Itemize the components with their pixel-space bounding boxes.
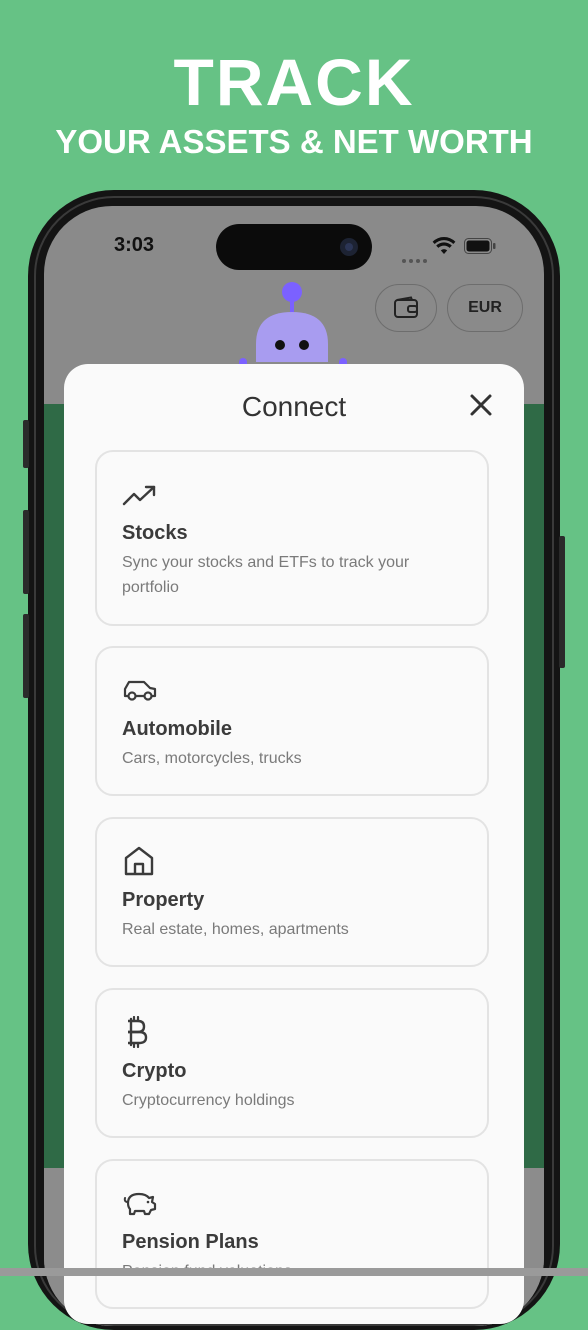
signal-dots-icon [402, 250, 430, 268]
asset-card-description: Cars, motorcycles, trucks [122, 750, 302, 767]
bitcoin-icon [128, 1016, 148, 1048]
phone-volume-down [23, 614, 29, 698]
piggy-bank-icon [123, 1192, 157, 1216]
asset-card-title: Automobile [122, 718, 232, 740]
phone-mute-switch [23, 420, 29, 468]
headline-title: TRACK [173, 45, 415, 119]
currency-button[interactable]: EUR [447, 284, 523, 332]
close-button[interactable] [466, 390, 496, 420]
asset-card-crypto[interactable]: Crypto Cryptocurrency holdings [95, 988, 489, 1138]
wallet-icon [394, 296, 418, 318]
battery-icon [464, 238, 496, 254]
wallet-button[interactable] [375, 284, 437, 332]
asset-card-title: Stocks [122, 522, 188, 544]
currency-label: EUR [468, 299, 502, 316]
asset-card-description: Cryptocurrency holdings [122, 1092, 295, 1109]
front-camera [340, 238, 358, 256]
phone-volume-up [23, 510, 29, 594]
car-icon [123, 680, 157, 701]
headline-subtitle: YOUR ASSETS & NET WORTH [55, 123, 533, 160]
phone-power-button [559, 536, 565, 668]
connect-modal: Connect Stocks Sync your stocks and ETFs… [64, 364, 524, 1324]
wifi-icon [432, 237, 456, 254]
modal-title: Connect [241, 391, 347, 422]
close-icon [470, 394, 492, 416]
asset-card-stocks[interactable]: Stocks Sync your stocks and ETFs to trac… [95, 450, 489, 626]
asset-card-pension-plans[interactable]: Pension Plans Pension fund valuations [95, 1159, 489, 1309]
asset-card-description: Sync your stocks and ETFs to track your … [122, 554, 410, 596]
asset-card-automobile[interactable]: Automobile Cars, motorcycles, trucks [95, 646, 489, 796]
asset-card-property[interactable]: Property Real estate, homes, apartments [95, 817, 489, 967]
asset-card-title: Pension Plans [122, 1231, 259, 1253]
home-icon [124, 846, 154, 876]
status-time: 3:03 [114, 234, 155, 256]
asset-card-title: Property [122, 889, 205, 911]
asset-card-description: Real estate, homes, apartments [122, 921, 349, 938]
trending-up-icon [122, 485, 156, 506]
bottom-edge [0, 1268, 588, 1276]
asset-card-title: Crypto [122, 1060, 187, 1082]
